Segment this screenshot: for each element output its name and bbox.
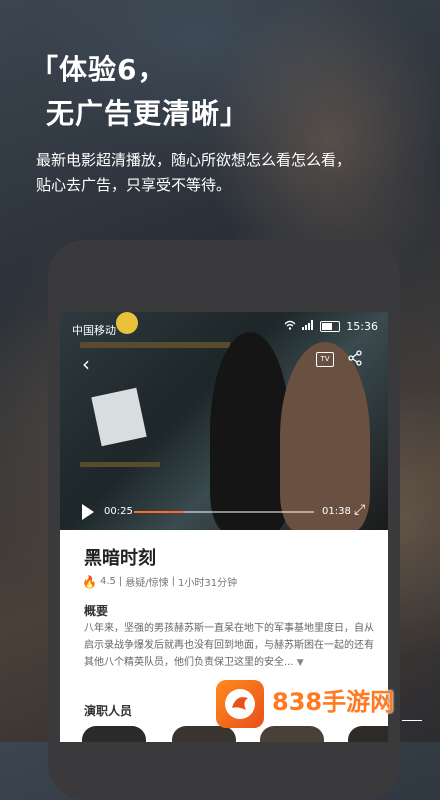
wifi-icon	[284, 320, 296, 333]
subtext: 最新电影超清播放，随心所欲想怎么看怎么看， 贴心去广告，只享受不等待。	[36, 148, 426, 198]
signal-icon	[302, 320, 314, 333]
movie-meta: 🔥 4.5 | 悬疑/惊悚 | 1小时31分钟	[82, 574, 238, 590]
status-right: 15:36	[284, 320, 378, 333]
tv-cast-icon[interactable]: TV	[316, 352, 334, 367]
summary-body: 八年来，坚强的男孩赫苏斯一直呆在地下的军事基地里度日，自从启示录战争爆发后就再也…	[84, 623, 374, 668]
watermark-url: www.sz838.com	[294, 714, 375, 725]
progress-bar[interactable]	[134, 511, 314, 513]
cast-heading: 演职人员	[84, 704, 133, 718]
watermark-title: 838手游网	[272, 688, 395, 716]
total-time: 01:38	[322, 506, 351, 517]
summary-text[interactable]: 八年来，坚强的男孩赫苏斯一直呆在地下的军事基地里度日，自从启示录战争爆发后就再也…	[84, 620, 376, 672]
scene-shelf	[80, 462, 160, 467]
movie-genre: 悬疑/惊悚	[125, 578, 169, 589]
watermark-logo	[216, 680, 264, 728]
movie-rating: 4.5	[99, 576, 116, 587]
status-bar: 中国移动 15:36	[60, 320, 388, 338]
watermark-divider	[402, 720, 422, 721]
back-icon[interactable]: ‹	[82, 352, 90, 376]
progress-fill	[134, 511, 185, 513]
play-icon[interactable]	[82, 504, 94, 520]
watermark-divider	[272, 720, 292, 721]
headline: 「体验6， 无广告更清晰」	[30, 48, 249, 136]
headline-line-2: 无广告更清晰」	[46, 97, 250, 130]
battery-icon	[320, 321, 341, 332]
watermark: 838手游网 www.sz838.com	[216, 680, 430, 736]
subtext-line-2: 贴心去广告，只享受不等待。	[36, 176, 232, 194]
movie-duration: 1小时31分钟	[177, 578, 238, 589]
scene-shelf	[80, 342, 230, 348]
subtext-line-1: 最新电影超清播放，随心所欲想怎么看怎么看，	[36, 151, 352, 169]
summary-heading: 概要	[84, 604, 109, 618]
scene-paper	[91, 387, 147, 447]
meta-divider: |	[171, 576, 175, 587]
headline-line-1: 「体验6，	[30, 53, 167, 86]
flame-icon: 🔥	[82, 574, 97, 589]
cast-avatar[interactable]	[82, 726, 146, 742]
expand-icon[interactable]: ▼	[297, 658, 304, 668]
player-controls: 00:25 01:38 ⤢	[60, 500, 388, 524]
fullscreen-icon[interactable]: ⤢	[354, 502, 365, 518]
movie-title: 黑暗时刻	[84, 548, 156, 569]
share-icon[interactable]	[348, 350, 362, 370]
clock: 15:36	[346, 320, 378, 333]
video-player[interactable]: 中国移动 15:36 ‹ TV 00:25 01:38 ⤢	[60, 312, 388, 530]
carrier-label: 中国移动	[72, 324, 116, 337]
phone-screen: 中国移动 15:36 ‹ TV 00:25 01:38 ⤢ 黑暗时刻 🔥 4.5…	[60, 312, 388, 742]
current-time: 00:25	[104, 506, 133, 517]
meta-divider: |	[118, 576, 123, 587]
